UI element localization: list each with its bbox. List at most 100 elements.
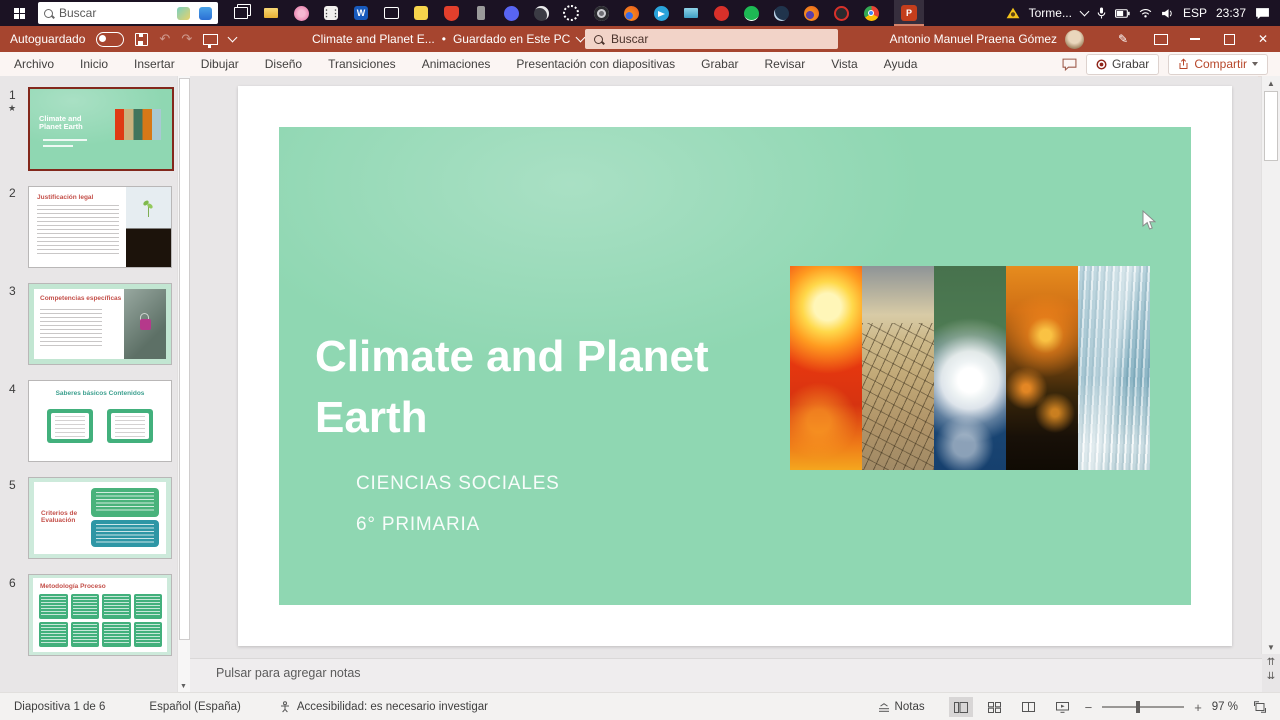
- camera-record-icon[interactable]: [706, 0, 736, 26]
- user-avatar[interactable]: [1065, 29, 1084, 49]
- slide-thumbnail-4[interactable]: Saberes básicos Contenidos: [28, 380, 172, 462]
- obs-icon[interactable]: [526, 0, 556, 26]
- quick-access-chevron-icon[interactable]: [227, 32, 238, 43]
- clock[interactable]: 23:37: [1216, 6, 1246, 20]
- slide-page[interactable]: Climate and Planet Earth CIENCIAS SOCIAL…: [238, 86, 1232, 646]
- document-title[interactable]: Climate and Planet E...: [312, 32, 435, 46]
- scrollbar-thumb[interactable]: [1264, 91, 1278, 161]
- zoom-slider-thumb[interactable]: [1135, 701, 1140, 713]
- battery-icon[interactable]: [1114, 8, 1130, 18]
- slide-thumbnail-1[interactable]: Climate and Planet Earth: [28, 87, 174, 171]
- sticky-notes-icon[interactable]: [406, 0, 436, 26]
- ink-pen-icon[interactable]: ✎: [1102, 26, 1144, 52]
- chrome-icon[interactable]: [856, 0, 886, 26]
- notes-placeholder[interactable]: Pulsar para agregar notas: [216, 666, 361, 680]
- zoom-level[interactable]: 97 %: [1212, 701, 1238, 713]
- telegram-icon[interactable]: [646, 0, 676, 26]
- tab-animaciones[interactable]: Animaciones: [422, 57, 491, 71]
- language-indicator[interactable]: Español (España): [149, 701, 240, 713]
- brave-icon[interactable]: [436, 0, 466, 26]
- slide-editing-canvas[interactable]: Climate and Planet Earth CIENCIAS SOCIAL…: [190, 76, 1258, 658]
- ribbon-search-input[interactable]: Buscar: [585, 29, 838, 49]
- tab-inicio[interactable]: Inicio: [80, 57, 108, 71]
- powerpoint-taskbar-icon[interactable]: P: [894, 0, 924, 26]
- tab-insertar[interactable]: Insertar: [134, 57, 175, 71]
- notes-toggle-button[interactable]: Notas: [878, 701, 925, 713]
- thumbnail-scroll-down-icon[interactable]: ▼: [178, 683, 189, 690]
- tab-archivo[interactable]: Archivo: [14, 57, 54, 71]
- scroll-down-icon[interactable]: ▼: [1262, 640, 1280, 654]
- zoom-in-button[interactable]: +: [1194, 700, 1202, 715]
- slide-thumbnail-5[interactable]: Criterios de Evaluación: [28, 477, 172, 559]
- slide-subtitle-2[interactable]: 6° PRIMARIA: [356, 514, 480, 536]
- tab-diseno[interactable]: Diseño: [265, 57, 302, 71]
- tab-presentacion[interactable]: Presentación con diapositivas: [516, 57, 675, 71]
- settings-gear-icon[interactable]: [556, 0, 586, 26]
- slide-thumbnail-2[interactable]: Justificación legal: [28, 186, 172, 268]
- tab-ayuda[interactable]: Ayuda: [884, 57, 918, 71]
- fit-slide-button[interactable]: [1248, 697, 1272, 717]
- tab-revisar[interactable]: Revisar: [765, 57, 806, 71]
- slide-sorter-view-button[interactable]: [983, 697, 1007, 717]
- save-icon[interactable]: [135, 32, 149, 46]
- redo-icon[interactable]: ↷: [181, 31, 192, 47]
- normal-view-button[interactable]: [948, 697, 973, 717]
- slideshow-view-button[interactable]: [1051, 697, 1075, 717]
- tab-vista[interactable]: Vista: [831, 57, 857, 71]
- notification-center-icon[interactable]: [1255, 7, 1270, 20]
- firefox-icon[interactable]: [616, 0, 646, 26]
- taskbar-search-input[interactable]: Buscar: [38, 2, 218, 24]
- speaker-icon[interactable]: [1161, 8, 1174, 19]
- spotify-icon[interactable]: [736, 0, 766, 26]
- store-icon[interactable]: ⋮⋮: [316, 0, 346, 26]
- zoom-slider[interactable]: [1102, 701, 1185, 713]
- reading-view-button[interactable]: [1017, 697, 1041, 717]
- tab-transiciones[interactable]: Transiciones: [328, 57, 396, 71]
- wifi-icon[interactable]: [1139, 8, 1152, 18]
- scroll-up-icon[interactable]: ▲: [1262, 76, 1280, 90]
- slide-subtitle-1[interactable]: CIENCIAS SOCIALES: [356, 473, 560, 495]
- file-explorer-icon[interactable]: [256, 0, 286, 26]
- start-slideshow-icon[interactable]: [203, 33, 219, 48]
- climate-image-strip[interactable]: [790, 266, 1150, 470]
- tray-chevron-icon[interactable]: [1079, 6, 1090, 17]
- thumbnail-panel-scrollbar[interactable]: ▼: [177, 76, 190, 692]
- document-title-area[interactable]: Climate and Planet E... • Guardado en Es…: [312, 26, 586, 52]
- microphone-icon[interactable]: [1097, 7, 1106, 19]
- word-icon[interactable]: W: [346, 0, 376, 26]
- weather-widget-label[interactable]: Torme...: [1029, 6, 1072, 20]
- task-view-icon[interactable]: [226, 0, 256, 26]
- autosave-toggle[interactable]: [96, 31, 125, 47]
- previous-slide-button[interactable]: ⇈: [1267, 656, 1275, 670]
- undo-icon[interactable]: ↶: [159, 31, 170, 47]
- user-name[interactable]: Antonio Manuel Praena Gómez: [890, 32, 1057, 46]
- record-button[interactable]: Grabar: [1085, 53, 1160, 75]
- photos-icon[interactable]: [286, 0, 316, 26]
- main-vertical-scrollbar[interactable]: ▲ ▼: [1261, 76, 1280, 654]
- start-button[interactable]: [0, 0, 38, 26]
- slide-counter[interactable]: Diapositiva 1 de 6: [14, 701, 105, 713]
- keyboard-language[interactable]: ESP: [1183, 6, 1207, 20]
- screen-record-icon[interactable]: [586, 0, 616, 26]
- slide-background[interactable]: Climate and Planet Earth CIENCIAS SOCIAL…: [279, 127, 1191, 605]
- accessibility-status[interactable]: Accesibilidad: es necesario investigar: [279, 701, 488, 713]
- ribbon-display-options-icon[interactable]: [1144, 26, 1178, 52]
- minimize-button[interactable]: [1178, 26, 1212, 52]
- thumbnail-scrollbar-thumb[interactable]: [179, 78, 190, 640]
- restore-button[interactable]: [1212, 26, 1246, 52]
- next-slide-button[interactable]: ⇊: [1267, 670, 1275, 684]
- slide-thumbnail-3[interactable]: Competencias específicas: [28, 283, 172, 365]
- steam-icon[interactable]: [766, 0, 796, 26]
- tab-grabar[interactable]: Grabar: [701, 57, 738, 71]
- saved-status[interactable]: Guardado en Este PC: [453, 32, 570, 46]
- tab-dibujar[interactable]: Dibujar: [201, 57, 239, 71]
- slide-thumbnail-6[interactable]: Metodología Proceso: [28, 574, 172, 656]
- mail-icon[interactable]: [676, 0, 706, 26]
- discord-icon[interactable]: [496, 0, 526, 26]
- slide-title[interactable]: Climate and Planet Earth: [315, 327, 785, 448]
- share-button[interactable]: Compartir: [1168, 53, 1268, 75]
- phone-link-icon[interactable]: [466, 0, 496, 26]
- close-button[interactable]: ✕: [1246, 26, 1280, 52]
- firefox-nightly-icon[interactable]: [796, 0, 826, 26]
- recorder-icon[interactable]: [826, 0, 856, 26]
